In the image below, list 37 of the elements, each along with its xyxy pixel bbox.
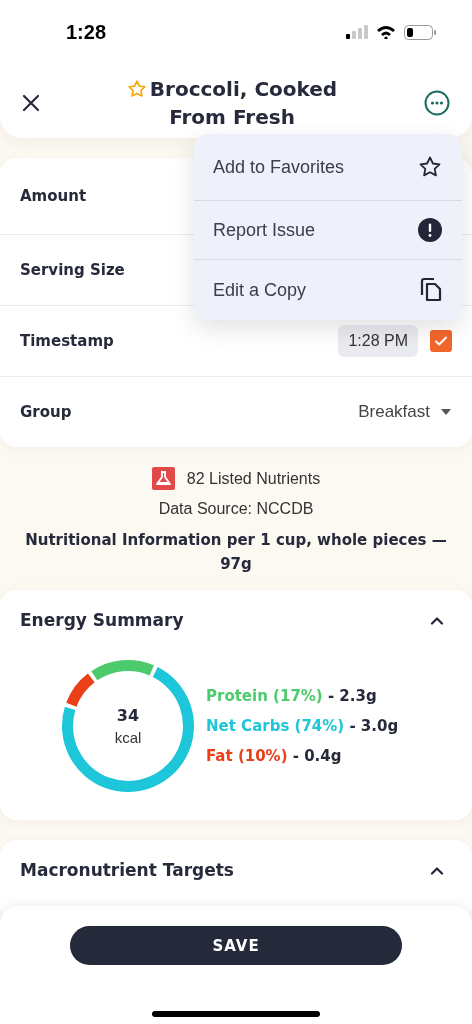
field-label: Group	[20, 403, 72, 421]
field-label: Amount	[20, 187, 87, 205]
section-title: Macronutrient Targets	[20, 860, 234, 880]
battery-icon	[404, 24, 436, 40]
caret-icon	[440, 408, 452, 416]
menu-item[interactable]: Edit a Copy	[194, 259, 462, 320]
field-label: Timestamp	[20, 332, 114, 350]
star-icon	[126, 79, 147, 99]
serving-basis: Nutritional Information per 1 cup, whole pieces — 97g	[24, 530, 448, 575]
section-title: Energy Summary	[20, 610, 184, 630]
macro-legend-item: Protein (17%) - 2.3g	[206, 687, 378, 705]
more-icon	[424, 90, 450, 116]
nutrient-count: 82 Listed Nutrients	[186, 469, 321, 488]
chevron-icon	[430, 615, 444, 625]
food-title: Broccoli, Cooked From Fresh	[122, 75, 342, 131]
data-source: Data Source: NCCDB	[158, 500, 314, 518]
save-button[interactable]: SAVE	[70, 926, 402, 965]
wifi-icon	[376, 25, 396, 39]
alert-icon	[418, 218, 442, 242]
macro-legend-item: Net Carbs (74%) - 3.0g	[206, 717, 399, 735]
check-icon	[434, 334, 448, 348]
close-icon	[22, 94, 40, 112]
field-label: Serving Size	[20, 261, 125, 279]
menu-item[interactable]: Add to Favorites	[194, 134, 462, 200]
signal-icon	[346, 25, 368, 39]
group-dropdown[interactable]: Breakfast	[358, 402, 452, 422]
flask-icon	[151, 467, 175, 490]
copy-icon	[420, 277, 442, 303]
status-time: 1:28	[66, 20, 107, 44]
calorie-unit: kcal	[114, 729, 142, 746]
time-field[interactable]: 1:28 PM	[338, 325, 418, 357]
checkbox[interactable]	[430, 330, 452, 352]
menu-item[interactable]: Report Issue	[194, 200, 462, 259]
star-icon	[418, 155, 442, 179]
macro-legend-item: Fat (10%) - 0.4g	[206, 747, 343, 765]
calorie-value: 34	[116, 706, 140, 725]
chevron-icon	[430, 865, 444, 875]
